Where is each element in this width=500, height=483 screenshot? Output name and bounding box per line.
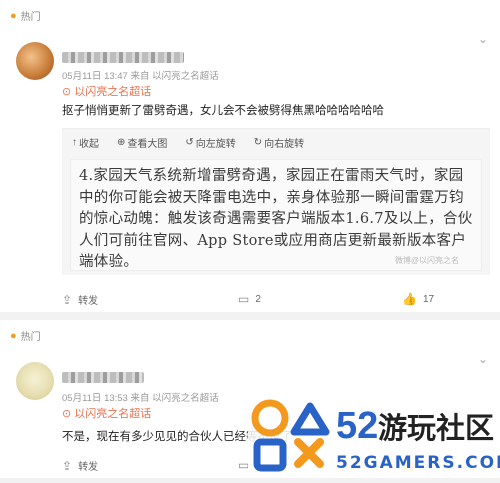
share-icon: ⇪ bbox=[62, 292, 73, 307]
topic-label: 以闪亮之名超话 bbox=[74, 408, 152, 420]
brand-text: 游玩社区 bbox=[378, 411, 494, 445]
brand-logo-icon: 52 游玩社区 52GAMERS.COM bbox=[248, 396, 500, 473]
post-meta: 05月11日 13:53 来自 以闪亮之名超话 bbox=[62, 393, 219, 404]
rotate-left-button[interactable]: ↺ 向左旋转 bbox=[185, 135, 235, 150]
collapse-icon: ↑ bbox=[72, 137, 77, 148]
like-icon: 👍 bbox=[402, 292, 417, 306]
hot-label: 热门 bbox=[20, 12, 41, 23]
image-watermark: 微博@以闪亮之名 bbox=[394, 256, 459, 265]
fire-icon: ● bbox=[10, 329, 17, 342]
site-watermark: 52 游玩社区 52GAMERS.COM bbox=[248, 390, 500, 478]
comment-icon: ▭ bbox=[238, 292, 250, 306]
rotate-right-icon: ↻ bbox=[253, 137, 263, 148]
topic-label: 以闪亮之名超话 bbox=[74, 86, 152, 98]
brand-domain: 52GAMERS.COM bbox=[336, 453, 500, 473]
view-large-button[interactable]: ⊕ 查看大图 bbox=[117, 135, 167, 150]
brand-number: 52 bbox=[336, 405, 378, 447]
forward-button[interactable]: ⇪ 转发 bbox=[62, 292, 98, 308]
fire-icon: ● bbox=[10, 9, 17, 22]
post-image[interactable]: 4.家园天气系统新增雷劈奇遇，家园正在雷雨天气时，家园中的你可能会被天降雷电选中… bbox=[70, 159, 482, 271]
avatar[interactable] bbox=[16, 362, 54, 400]
image-actions: ↑ 收起 ⊕ 查看大图 ↺ 向左旋转 ↻ 向右旋转 bbox=[72, 135, 304, 150]
topic-link[interactable]: ⊙ 以闪亮之名超话 bbox=[62, 83, 151, 99]
post-card-1: ● 热门 ⌄ 05月11日 13:47 来自 以闪亮之名超话 ⊙ 以闪亮之名超话… bbox=[0, 0, 500, 312]
hot-header: ● 热门 bbox=[10, 8, 41, 24]
chevron-down-icon[interactable]: ⌄ bbox=[478, 32, 488, 46]
chevron-down-icon[interactable]: ⌄ bbox=[478, 352, 488, 366]
like-button[interactable]: 👍 17 bbox=[402, 292, 434, 306]
username[interactable] bbox=[62, 52, 184, 63]
username[interactable] bbox=[62, 372, 144, 383]
post-text: 抠子悄悄更新了雷劈奇遇，女儿会不会被劈得焦黑哈哈哈哈哈哈 bbox=[62, 105, 384, 117]
forward-button[interactable]: ⇪ 转发 bbox=[62, 458, 98, 474]
zoom-icon: ⊕ bbox=[117, 137, 126, 148]
topic-icon: ⊙ bbox=[62, 85, 72, 98]
hot-label: 热门 bbox=[20, 332, 41, 343]
rotate-left-icon: ↺ bbox=[185, 137, 194, 148]
share-icon: ⇪ bbox=[62, 458, 73, 473]
collapse-button[interactable]: ↑ 收起 bbox=[72, 135, 99, 150]
rotate-right-button[interactable]: ↻ 向右旋转 bbox=[254, 135, 304, 150]
avatar[interactable] bbox=[16, 42, 54, 80]
hot-header: ● 热门 bbox=[10, 328, 41, 344]
comment-button[interactable]: ▭ 2 bbox=[238, 292, 261, 306]
post-meta: 05月11日 13:47 来自 以闪亮之名超话 bbox=[62, 71, 219, 82]
topic-icon: ⊙ bbox=[62, 407, 72, 420]
topic-link[interactable]: ⊙ 以闪亮之名超话 bbox=[62, 405, 151, 421]
image-panel: ↑ 收起 ⊕ 查看大图 ↺ 向左旋转 ↻ 向右旋转 4.家园天气系统新增雷劈奇遇，家园正… bbox=[62, 128, 490, 275]
